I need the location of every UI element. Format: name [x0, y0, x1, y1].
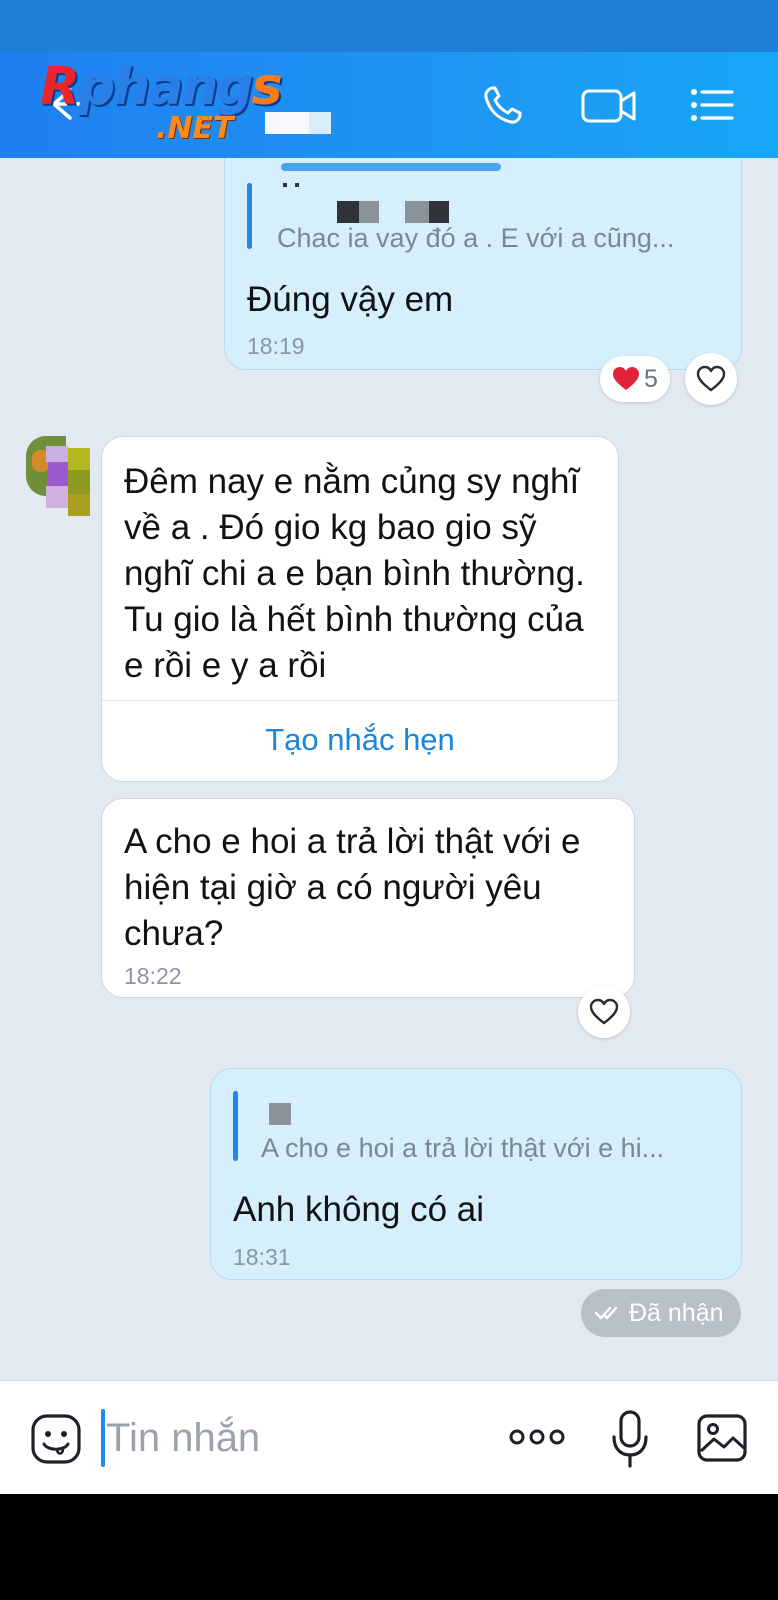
quoted-message-text: Chac ia vay đó a . E với a cũng... [277, 223, 675, 253]
redaction-mark [337, 201, 359, 223]
quote-bar [233, 1091, 238, 1161]
create-reminder-button[interactable]: Tạo nhắc hẹn [102, 722, 618, 758]
message-bubble-sent[interactable]: A cho e hoi a trả lời thật với e hi... A… [210, 1068, 742, 1280]
react-heart-button[interactable] [685, 353, 737, 405]
reaction-summary[interactable]: 5 [600, 356, 670, 402]
message-text: Đúng vậy em [247, 280, 454, 319]
message-time: 18:19 [247, 333, 305, 359]
message-bubble-received[interactable]: Đêm nay e nằm củng sy nghĩ về a . Đó gio… [101, 436, 619, 782]
video-call-icon[interactable] [578, 80, 640, 130]
contact-name-redacted [265, 112, 331, 134]
divider [102, 700, 618, 701]
redaction-mark [429, 201, 449, 223]
system-navigation-bar [0, 1494, 778, 1600]
message-input[interactable] [106, 1409, 486, 1467]
message-composer [0, 1380, 778, 1494]
reaction-count: 5 [644, 365, 658, 393]
redaction-mark [283, 183, 287, 187]
quote-bar [247, 183, 252, 249]
menu-icon[interactable] [686, 80, 738, 130]
redaction-mark [295, 183, 299, 187]
redaction-mark [405, 201, 429, 223]
redaction-mark [359, 201, 379, 223]
watermark-logo: Rphangs .NET [40, 57, 283, 146]
message-time: 18:31 [233, 1244, 291, 1270]
message-text: Anh không có ai [233, 1190, 485, 1229]
contact-avatar[interactable] [26, 436, 90, 518]
message-text: A cho e hoi a trả lời thật với e hiện tạ… [124, 822, 581, 953]
message-bubble-sent[interactable]: Chac ia vay đó a . E với a cũng... Đúng … [224, 158, 742, 370]
message-list[interactable]: Chac ia vay đó a . E với a cũng... Đúng … [0, 158, 778, 1380]
message-time: 18:22 [124, 963, 182, 989]
status-bar [0, 0, 778, 52]
redaction-mark [269, 1103, 291, 1125]
message-text: Đêm nay e nằm củng sy nghĩ về a . Đó gio… [124, 462, 585, 685]
delivery-status-text: Đã nhận [629, 1299, 724, 1327]
react-heart-button[interactable] [578, 986, 630, 1038]
message-bubble-received[interactable]: A cho e hoi a trả lời thật với e hiện tạ… [101, 798, 635, 998]
redaction-mark [281, 163, 501, 171]
double-check-icon [595, 1306, 618, 1320]
phone-icon[interactable] [478, 80, 528, 130]
text-cursor [101, 1409, 105, 1467]
image-icon[interactable] [696, 1413, 748, 1463]
heart-outline-icon [696, 365, 726, 392]
heart-outline-icon [589, 998, 619, 1025]
sticker-icon[interactable] [30, 1413, 82, 1465]
chat-header: Rphangs .NET [0, 52, 778, 158]
microphone-icon[interactable] [610, 1409, 650, 1469]
heart-icon [613, 367, 639, 390]
quoted-message-text: A cho e hoi a trả lời thật với e hi... [261, 1133, 665, 1163]
more-options-icon[interactable] [508, 1425, 566, 1449]
delivery-status: Đã nhận [581, 1289, 741, 1337]
